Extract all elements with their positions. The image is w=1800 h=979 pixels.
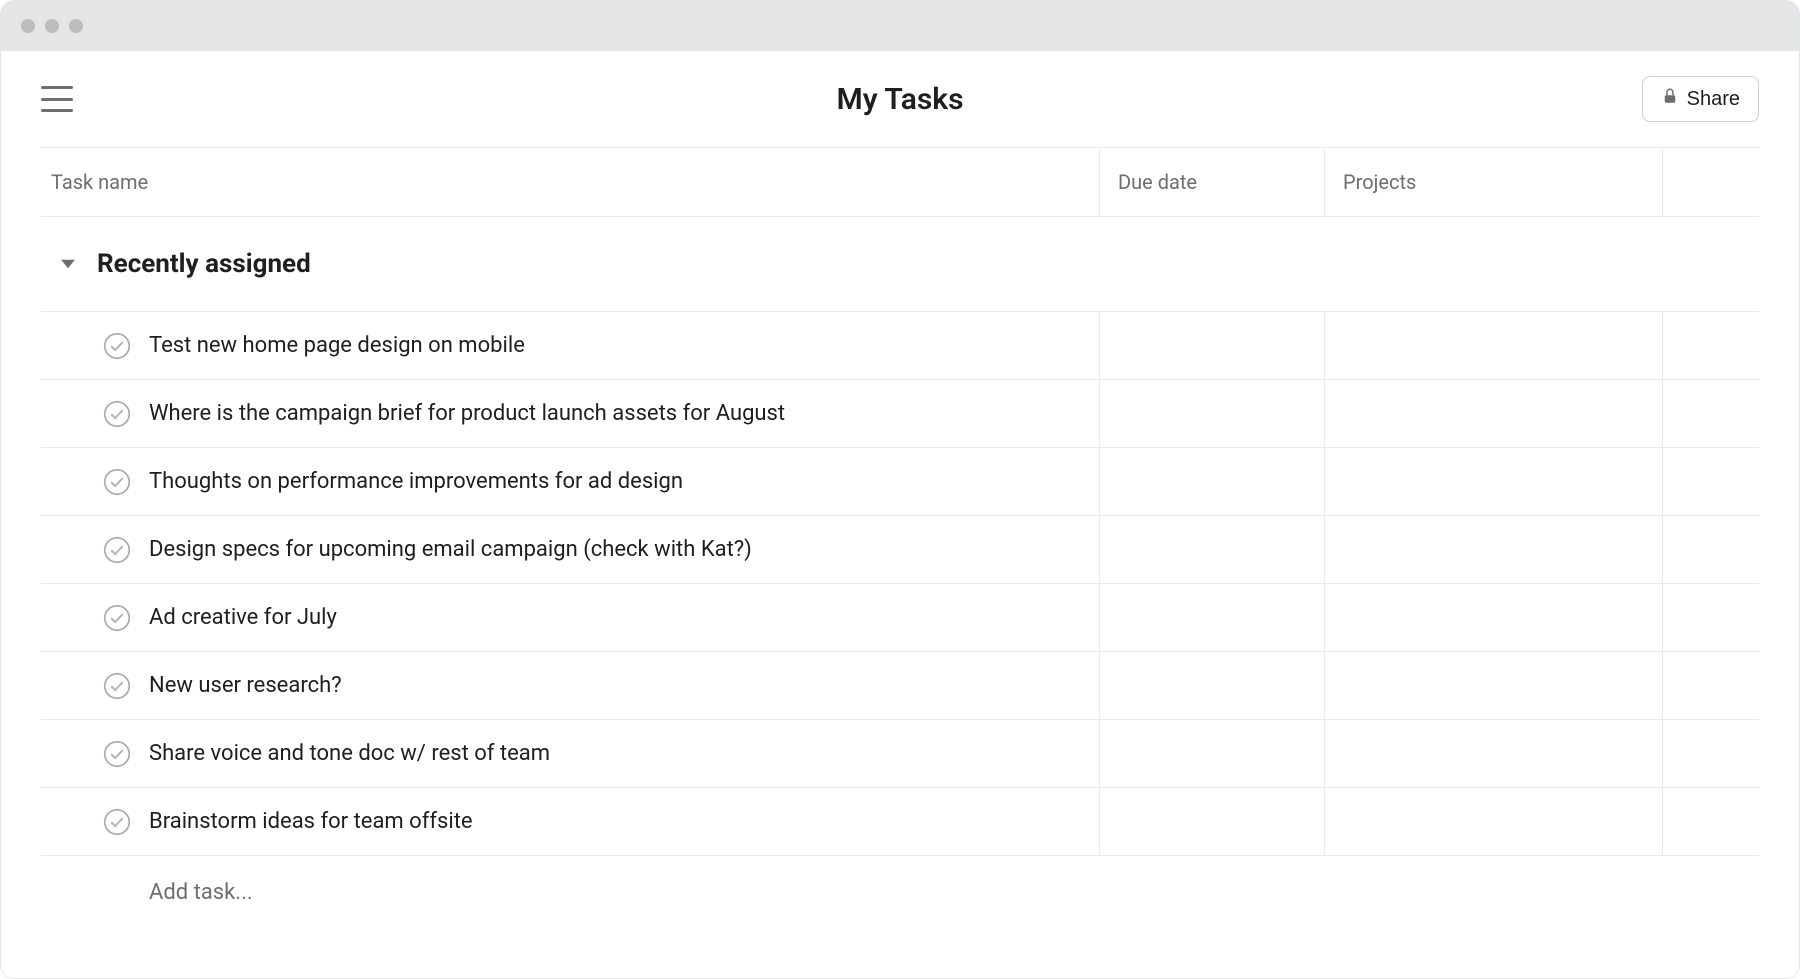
main-content: Task name Due date Projects Recently ass…: [1, 147, 1799, 928]
task-row[interactable]: Ad creative for July: [41, 583, 1759, 651]
task-extra-cell[interactable]: [1662, 516, 1759, 583]
add-task-extra-cell: [1662, 856, 1759, 928]
column-header-due-date[interactable]: Due date: [1099, 148, 1324, 216]
task-extra-cell[interactable]: [1662, 652, 1759, 719]
app-header: My Tasks Share: [1, 51, 1799, 147]
task-name: Brainstorm ideas for team offsite: [149, 809, 473, 834]
task-row[interactable]: Thoughts on performance improvements for…: [41, 447, 1759, 515]
task-due-cell[interactable]: [1099, 312, 1324, 379]
task-name: Design specs for upcoming email campaign…: [149, 537, 752, 562]
task-projects-cell[interactable]: [1324, 584, 1662, 651]
share-button[interactable]: Share: [1642, 76, 1759, 122]
section-header[interactable]: Recently assigned: [41, 217, 1759, 311]
check-circle-icon[interactable]: [103, 468, 131, 496]
add-task-due-cell: [1099, 856, 1324, 928]
task-row[interactable]: Where is the campaign brief for product …: [41, 379, 1759, 447]
task-due-cell[interactable]: [1099, 584, 1324, 651]
task-row[interactable]: Brainstorm ideas for team offsite: [41, 787, 1759, 855]
task-extra-cell[interactable]: [1662, 720, 1759, 787]
check-circle-icon[interactable]: [103, 604, 131, 632]
share-button-label: Share: [1687, 88, 1740, 111]
task-name: Ad creative for July: [149, 605, 337, 630]
window-maximize-button[interactable]: [69, 19, 83, 33]
task-due-cell[interactable]: [1099, 448, 1324, 515]
check-circle-icon[interactable]: [103, 740, 131, 768]
chevron-down-icon[interactable]: [61, 256, 77, 272]
task-row[interactable]: Design specs for upcoming email campaign…: [41, 515, 1759, 583]
task-extra-cell[interactable]: [1662, 312, 1759, 379]
task-projects-cell[interactable]: [1324, 312, 1662, 379]
task-name: Where is the campaign brief for product …: [149, 401, 785, 426]
task-name: New user research?: [149, 673, 342, 698]
page-title: My Tasks: [836, 82, 963, 117]
task-list: Test new home page design on mobile Wher…: [41, 311, 1759, 856]
task-extra-cell[interactable]: [1662, 448, 1759, 515]
task-due-cell[interactable]: [1099, 380, 1324, 447]
menu-icon[interactable]: [41, 86, 73, 112]
add-task-projects-cell: [1324, 856, 1662, 928]
lock-icon: [1661, 87, 1679, 111]
window-close-button[interactable]: [21, 19, 35, 33]
check-circle-icon[interactable]: [103, 400, 131, 428]
add-task-label[interactable]: Add task...: [41, 880, 1099, 905]
task-projects-cell[interactable]: [1324, 380, 1662, 447]
task-extra-cell[interactable]: [1662, 380, 1759, 447]
window-titlebar: [1, 1, 1799, 51]
add-task-row[interactable]: Add task...: [41, 856, 1759, 928]
section-title: Recently assigned: [97, 249, 311, 279]
task-name: Thoughts on performance improvements for…: [149, 469, 683, 494]
task-due-cell[interactable]: [1099, 788, 1324, 855]
column-headers: Task name Due date Projects: [41, 147, 1759, 217]
task-projects-cell[interactable]: [1324, 516, 1662, 583]
task-extra-cell[interactable]: [1662, 788, 1759, 855]
task-projects-cell[interactable]: [1324, 652, 1662, 719]
task-due-cell[interactable]: [1099, 516, 1324, 583]
task-name: Test new home page design on mobile: [149, 333, 525, 358]
column-header-task-name[interactable]: Task name: [41, 170, 1099, 194]
task-projects-cell[interactable]: [1324, 788, 1662, 855]
task-projects-cell[interactable]: [1324, 720, 1662, 787]
check-circle-icon[interactable]: [103, 332, 131, 360]
task-extra-cell[interactable]: [1662, 584, 1759, 651]
task-projects-cell[interactable]: [1324, 448, 1662, 515]
window-minimize-button[interactable]: [45, 19, 59, 33]
column-header-extra[interactable]: [1662, 148, 1759, 216]
task-due-cell[interactable]: [1099, 720, 1324, 787]
column-header-projects[interactable]: Projects: [1324, 148, 1662, 216]
task-row[interactable]: Test new home page design on mobile: [41, 311, 1759, 379]
check-circle-icon[interactable]: [103, 808, 131, 836]
task-due-cell[interactable]: [1099, 652, 1324, 719]
task-row[interactable]: New user research?: [41, 651, 1759, 719]
app-window: My Tasks Share Task name Due date Projec…: [0, 0, 1800, 979]
check-circle-icon[interactable]: [103, 672, 131, 700]
task-name: Share voice and tone doc w/ rest of team: [149, 741, 550, 766]
check-circle-icon[interactable]: [103, 536, 131, 564]
task-row[interactable]: Share voice and tone doc w/ rest of team: [41, 719, 1759, 787]
